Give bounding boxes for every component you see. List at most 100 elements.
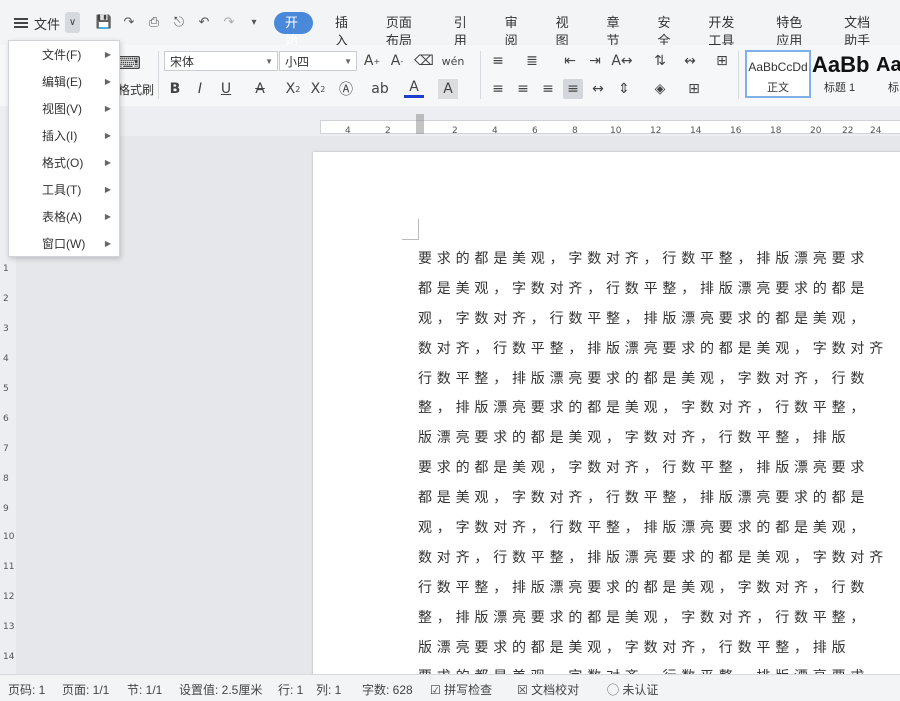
spell-check-icon: ☑ [430,683,441,697]
ruler-tick: 11 [3,562,15,572]
italic-icon[interactable]: I [190,79,210,99]
doc-check-button[interactable]: ☒ 文档校对 [517,681,579,698]
numbered-list-icon[interactable]: ≣ [522,51,542,71]
ruler-tick: 12 [3,592,15,602]
print-preview-icon[interactable]: ⎋ [170,13,188,31]
horizontal-ruler[interactable]: 4 2 2 4 6 8 10 12 14 16 18 20 22 24 [0,106,900,137]
menu-item-table[interactable]: 表格(A) ▶ [9,203,119,230]
clear-format-icon[interactable]: ⌫ [414,51,434,71]
document-canvas: 要求的都是美观，字数对齐，行数平整，排版漂亮要求 都是美观，字数对齐，行数平整，排… [16,136,900,674]
menu-item-window[interactable]: 窗口(W) ▶ [9,230,119,257]
ruler-tick: 20 [810,126,822,136]
tab-security[interactable]: 安全 [645,12,686,48]
font-size-value: 小四 [285,54,310,69]
file-menu-button[interactable]: 文件 [14,14,60,32]
ruler-tick: 2 [385,126,391,136]
style-name: 标 [888,82,899,94]
text-effect-icon[interactable]: Ⓐ [336,79,356,99]
chevron-right-icon: ▶ [104,50,111,59]
ruler-tick: 9 [3,504,9,514]
char-spacing-icon[interactable]: A↔ [611,51,632,71]
subscript-icon[interactable]: X2 [308,79,328,99]
format-painter-label[interactable]: 格式刷 [118,81,154,98]
bullet-list-icon[interactable]: ≡ [488,51,508,71]
superscript-icon[interactable]: X2 [283,79,303,99]
customize-icon[interactable]: ▾ [245,13,263,31]
strikethrough-icon[interactable]: A [250,79,270,99]
format-painter-icon[interactable]: ⌨ [115,53,141,74]
ruler-tick: 2 [452,126,458,136]
tab-page-layout[interactable]: 页面布局 [374,12,432,48]
export-icon[interactable]: ↷ [120,13,138,31]
tab-developer[interactable]: 开发工具 [696,12,754,48]
menu-item-tools[interactable]: 工具(T) ▶ [9,176,119,203]
increase-indent-icon[interactable]: ⇥ [585,51,605,71]
save-icon[interactable]: 💾 [95,13,113,31]
style-preview: Aa [876,54,900,76]
print-icon[interactable]: ⎙ [145,13,163,31]
status-column: 列: 1 [316,683,342,697]
text-line: 整，排版漂亮要求的都是美观，字数对齐，行数平整， [418,400,870,417]
bold-icon[interactable]: B [165,79,185,99]
menu-item-insert[interactable]: 插入(I) ▶ [9,122,119,149]
ruler-tick: 4 [492,126,498,136]
decrease-indent-icon[interactable]: ⇤ [560,51,580,71]
tab-insert[interactable]: 插入 [323,12,364,48]
doc-check-icon: ☒ [517,683,528,697]
highlight-icon[interactable]: ab [370,79,390,99]
chevron-right-icon: ▶ [104,131,111,140]
menu-item-edit[interactable]: 编辑(E) ▶ [9,68,119,95]
text-line: 要求的都是美观，字数对齐，行数平整，排版漂亮要求 [418,663,898,674]
spell-check-button[interactable]: ☑ 拼写检查 [430,681,492,698]
table-icon[interactable]: ⊞ [712,51,732,71]
text-line: 版漂亮要求的都是美观，字数对齐，行数平整，排版 [418,639,851,656]
grow-font-icon[interactable]: A + [362,51,382,71]
status-word-count[interactable]: 字数: 628 [362,681,413,698]
sort-icon[interactable]: ⇅ [650,51,670,71]
font-color-icon[interactable]: A [404,79,424,98]
certification-button[interactable]: ◯ 未认证 [607,681,658,698]
tab-special[interactable]: 特色应用 [764,12,822,48]
indent-marker[interactable] [416,114,424,134]
char-shading-icon[interactable]: A [438,79,458,99]
text-line: 要求的都是美观，字数对齐，行数平整，排版漂亮要求 [418,460,870,477]
underline-icon[interactable]: U [216,79,236,99]
style-heading-1[interactable]: AaBb 标题 1 [810,50,876,94]
font-size-select[interactable]: 小四 ▼ [279,51,357,71]
redo-icon[interactable]: ↷ [220,13,238,31]
tab-doc-assistant[interactable]: 文档助手 [832,12,890,48]
style-normal[interactable]: AaBbCcDd 正文 [745,50,811,98]
ruler-tick: 12 [650,126,662,136]
align-left-icon[interactable]: ≡ [488,79,508,99]
menu-item-format[interactable]: 格式(O) ▶ [9,149,119,176]
distribute-icon[interactable]: ↔ [588,79,608,99]
tab-review[interactable]: 审阅 [493,12,534,48]
tab-chapter[interactable]: 章节 [595,12,636,48]
tab-view[interactable]: 视图 [544,12,585,48]
show-marks-icon[interactable]: ↭ [680,51,700,71]
undo-icon[interactable]: ↶ [195,13,213,31]
shrink-font-icon[interactable]: A- [387,51,407,71]
chevron-right-icon: ▶ [104,239,111,248]
document-body[interactable]: 要求的都是美观，字数对齐，行数平整，排版漂亮要求 都是美观，字数对齐，行数平整，排… [418,245,898,674]
align-right-icon[interactable]: ≡ [538,79,558,99]
style-heading-2[interactable]: Aa 标 [876,50,900,94]
shading-icon[interactable]: ◈ [650,79,670,99]
menu-item-view[interactable]: 视图(V) ▶ [9,95,119,122]
status-bar: 页码: 1 页面: 1/1 节: 1/1 设置值: 2.5厘米 行: 1 列: … [0,674,900,701]
ruler-tick: 14 [690,126,702,136]
border-icon[interactable]: ⊞ [684,79,704,99]
menu-item-file[interactable]: 文件(F) ▶ [9,41,119,68]
line-spacing-icon[interactable]: ⇕ [614,79,634,99]
document-page[interactable]: 要求的都是美观，字数对齐，行数平整，排版漂亮要求 都是美观，字数对齐，行数平整，排… [313,152,900,674]
justify-icon[interactable]: ≡ [563,79,583,99]
tab-references[interactable]: 引用 [442,12,483,48]
chevron-down-icon[interactable]: ∨ [65,12,80,33]
separator [738,51,739,99]
ruler-tick: 24 [870,126,882,136]
ruler-tick: 4 [345,126,351,136]
tab-home[interactable]: 开始 [274,12,313,48]
align-center-icon[interactable]: ≡ [513,79,533,99]
font-name-select[interactable]: 宋体 ▼ [164,51,278,71]
phonetic-guide-icon[interactable]: wén [442,51,465,71]
